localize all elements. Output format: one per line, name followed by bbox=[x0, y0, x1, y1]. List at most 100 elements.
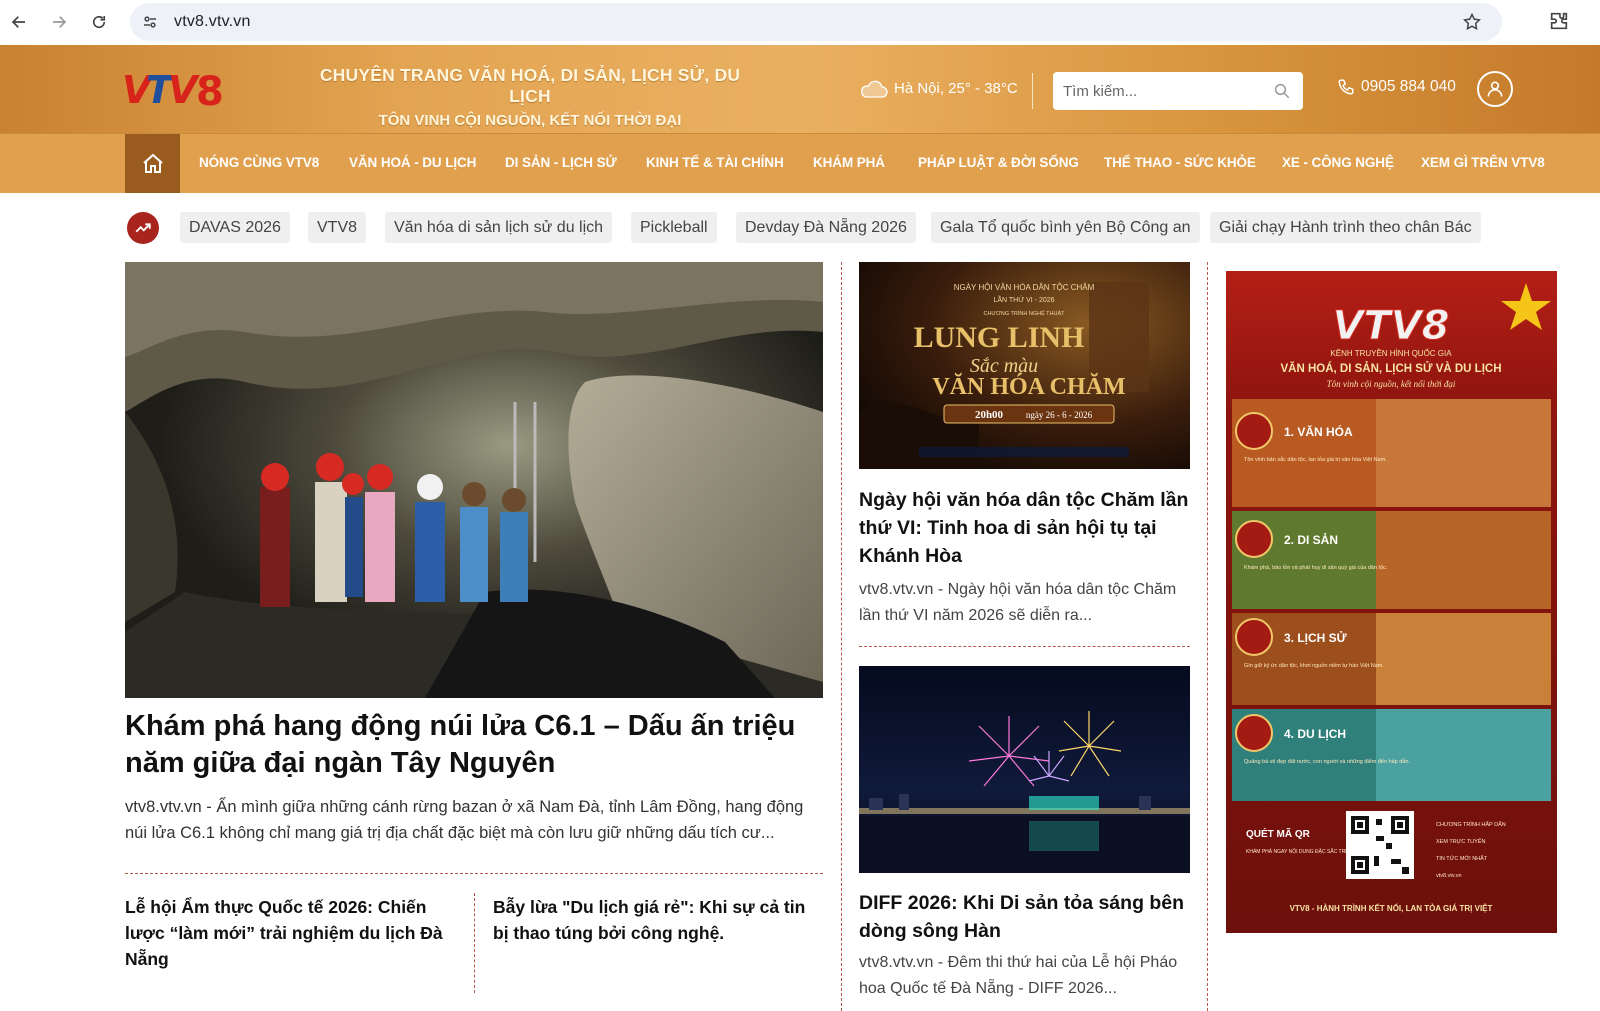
cloud-icon bbox=[860, 80, 888, 98]
nav-item-di-san-lich-su[interactable]: DI SẢN - LỊCH SỬ bbox=[505, 155, 617, 170]
ad-qr-label: QUÉT MÃ QR bbox=[1246, 827, 1311, 840]
ad-section-3: 3. LỊCH SỬ Gìn giữ ký ức dân tộc, khơi n… bbox=[1232, 613, 1551, 705]
ad-link: XEM TRỰC TUYẾN bbox=[1436, 838, 1485, 845]
slogan-line-1: CHUYÊN TRANG VĂN HOÁ, DI SẢN, LỊCH SỬ, D… bbox=[319, 65, 741, 106]
ad-link: vtv8.vtv.vn bbox=[1436, 873, 1462, 879]
poster-headline-3: VĂN HÓA CHĂM bbox=[932, 373, 1125, 400]
trending-tag[interactable]: Văn hóa di sản lịch sử du lịch bbox=[385, 212, 613, 243]
trending-tag[interactable]: Giải chạy Hành trình theo chân Bác bbox=[1210, 212, 1481, 243]
vtv8-ad-banner[interactable]: VTV8 KÊNH TRUYỀN HÌNH QUỐC GIA VĂN HOÁ, … bbox=[1226, 271, 1557, 933]
nav-item-kinh-te-tai-chinh[interactable]: KINH TẾ & TÀI CHÍNH bbox=[646, 155, 784, 170]
ad-link: CHƯƠNG TRÌNH HẤP DẪN bbox=[1436, 821, 1506, 828]
ad-section-label: 4. DU LỊCH bbox=[1284, 727, 1346, 741]
nav-item-kham-pha[interactable]: KHÁM PHÁ bbox=[813, 155, 885, 170]
trending-tag[interactable]: Devday Đà Nẵng 2026 bbox=[736, 212, 916, 243]
sub-article-divider bbox=[474, 893, 475, 993]
ad-link: TIN TỨC MỚI NHẤT bbox=[1436, 855, 1488, 862]
featured-article-description: vtv8.vtv.vn - Ẩn mình giữa những cánh rừ… bbox=[125, 798, 804, 842]
search-box[interactable] bbox=[1053, 72, 1303, 110]
sub-article-title[interactable]: Bẫy lừa "Du lịch giá rẻ": Khi sự cả tin … bbox=[493, 894, 823, 946]
site-logo[interactable]: V T V 8 bbox=[122, 70, 228, 110]
weather-widget: Hà Nội, 25° - 38°C bbox=[858, 77, 1018, 99]
ad-section-2: 2. DI SẢN Khám phá, bảo tồn và phát huy … bbox=[1232, 511, 1551, 609]
vtv8-logo-icon: V T V 8 bbox=[122, 70, 224, 110]
ad-logo: VTV8 bbox=[1332, 303, 1449, 349]
site-slogan: CHUYÊN TRANG VĂN HOÁ, DI SẢN, LỊCH SỬ, D… bbox=[300, 65, 760, 129]
header-divider bbox=[1032, 73, 1033, 109]
bookmark-star-icon[interactable] bbox=[1462, 12, 1482, 32]
featured-article-image[interactable] bbox=[125, 262, 823, 698]
article-title[interactable]: Ngày hội văn hóa dân tộc Chăm lần thứ VI… bbox=[859, 486, 1194, 570]
ad-section-1: 1. VĂN HÓA Tôn vinh bản sắc dân tộc, lan… bbox=[1232, 399, 1551, 507]
nav-item-the-thao-suc-khoe[interactable]: THỂ THAO - SỨC KHỎE bbox=[1104, 155, 1256, 170]
sub-article-title[interactable]: Lễ hội Ẩm thực Quốc tế 2026: Chiến lược … bbox=[125, 894, 447, 972]
search-input[interactable] bbox=[1063, 72, 1263, 110]
forward-button[interactable] bbox=[48, 11, 70, 33]
trending-tag[interactable]: VTV8 bbox=[308, 212, 367, 243]
article-description: vtv8.vtv.vn - Đêm thi thứ hai của Lễ hội… bbox=[859, 954, 1178, 997]
column-divider bbox=[841, 262, 842, 1011]
ad-section-text: Tôn vinh bản sắc dân tộc, lan tỏa giá tr… bbox=[1244, 456, 1387, 463]
ad-section-text: Quảng bá vẻ đẹp đất nước, con người và n… bbox=[1244, 758, 1410, 765]
nav-item-phap-luat-doi-song[interactable]: PHÁP LUẬT & ĐỜI SỐNG bbox=[918, 155, 1079, 170]
poster-time: 20h00 bbox=[975, 409, 1004, 421]
site-header: V T V 8 CHUYÊN TRANG VĂN HOÁ, DI SẢN, LỊ… bbox=[0, 45, 1600, 133]
arrow-right-icon bbox=[53, 16, 67, 28]
ad-section-text: Gìn giữ ký ức dân tộc, khơi nguồn niềm t… bbox=[1244, 663, 1384, 669]
cave-photo bbox=[125, 262, 823, 698]
home-button[interactable] bbox=[125, 134, 180, 193]
home-icon bbox=[142, 153, 163, 173]
ad-tagline: Tôn vinh cội nguồn, kết nối thời đại bbox=[1327, 379, 1456, 389]
article-image-cham-festival[interactable]: NGÀY HỘI VĂN HÓA DÂN TỘC CHĂM LẦN THỨ VI… bbox=[859, 262, 1190, 469]
trending-tag[interactable]: Pickleball bbox=[631, 212, 717, 243]
nav-item-xe-cong-nghe[interactable]: XE - CÔNG NGHỆ bbox=[1282, 155, 1394, 170]
ad-section-label: 2. DI SẢN bbox=[1284, 532, 1338, 547]
column-divider bbox=[1207, 262, 1208, 1011]
reload-icon bbox=[92, 15, 106, 29]
poster-headline-1: LUNG LINH bbox=[914, 321, 1085, 354]
article-description: vtv8.vtv.vn - Ngày hội văn hóa dân tộc C… bbox=[859, 581, 1177, 624]
featured-article-title[interactable]: Khám phá hang động núi lửa C6.1 – Dấu ấn… bbox=[125, 708, 825, 782]
svg-text:8: 8 bbox=[196, 70, 224, 110]
ad-footer: VTV8 - HÀNH TRÌNH KẾT NỐI, LAN TỎA GIÁ T… bbox=[1290, 903, 1493, 913]
hotline[interactable]: 0905 884 040 bbox=[1337, 78, 1456, 96]
article-title[interactable]: DIFF 2026: Khi Di sản tỏa sáng bên dòng … bbox=[859, 889, 1194, 945]
ad-subtitle: KÊNH TRUYỀN HÌNH QUỐC GIA bbox=[1330, 348, 1452, 358]
ad-section-text: Khám phá, bảo tồn và phát huy di sản quý… bbox=[1244, 564, 1388, 571]
ad-section-label: 1. VĂN HÓA bbox=[1284, 424, 1353, 439]
nav-item-van-hoa-du-lich[interactable]: VĂN HOÁ - DU LỊCH bbox=[349, 155, 476, 170]
weather-text: Hà Nội, 25° - 38°C bbox=[894, 79, 1018, 97]
ad-title: VĂN HOÁ, DI SẢN, LỊCH SỬ VÀ DU LỊCH bbox=[1280, 362, 1501, 375]
site-info-icon[interactable] bbox=[140, 12, 160, 32]
slogan-line-2: TÔN VINH CỘI NGUỒN, KẾT NỐI THỜI ĐẠI bbox=[378, 112, 682, 129]
search-icon[interactable] bbox=[1273, 82, 1291, 100]
fireworks-photo bbox=[859, 666, 1190, 873]
ad-section-label: 3. LỊCH SỬ bbox=[1284, 630, 1347, 645]
trending-tag[interactable]: Gala Tổ quốc bình yên Bộ Công an bbox=[931, 212, 1200, 243]
phone-number: 0905 884 040 bbox=[1361, 78, 1456, 95]
poster-line-3: CHƯƠNG TRÌNH NGHỆ THUẬT bbox=[983, 309, 1065, 317]
nav-item-nong-cung-vtv8[interactable]: NÓNG CÙNG VTV8 bbox=[199, 155, 319, 170]
nav-item-xem-gi-tren-vtv8[interactable]: XEM GÌ TRÊN VTV8 bbox=[1421, 155, 1545, 170]
main-navigation: NÓNG CÙNG VTV8 VĂN HOÁ - DU LỊCH DI SẢN … bbox=[0, 133, 1600, 193]
url-text[interactable]: vtv8.vtv.vn bbox=[174, 13, 251, 31]
extensions-icon[interactable] bbox=[1548, 10, 1570, 32]
section-divider bbox=[125, 873, 823, 874]
trending-icon bbox=[127, 212, 159, 244]
ad-artwork: VTV8 KÊNH TRUYỀN HÌNH QUỐC GIA VĂN HOÁ, … bbox=[1226, 271, 1557, 933]
section-divider bbox=[859, 646, 1190, 647]
arrow-left-icon bbox=[11, 16, 25, 28]
trending-tag[interactable]: DAVAS 2026 bbox=[180, 212, 290, 243]
cham-festival-poster: NGÀY HỘI VĂN HÓA DÂN TỘC CHĂM LẦN THỨ VI… bbox=[859, 262, 1190, 469]
poster-line-1: NGÀY HỘI VĂN HÓA DÂN TỘC CHĂM bbox=[954, 283, 1095, 292]
article-image-diff-2026[interactable] bbox=[859, 666, 1190, 873]
reload-button[interactable] bbox=[88, 11, 110, 33]
poster-date: ngày 26 - 6 - 2026 bbox=[1026, 410, 1093, 420]
user-icon bbox=[1487, 81, 1503, 97]
ad-section-4: 4. DU LỊCH Quảng bá vẻ đẹp đất nước, con… bbox=[1232, 709, 1551, 801]
user-account-button[interactable] bbox=[1477, 71, 1513, 107]
back-button[interactable] bbox=[8, 11, 30, 33]
browser-toolbar: vtv8.vtv.vn bbox=[0, 0, 1600, 45]
phone-icon bbox=[1338, 79, 1354, 95]
address-bar[interactable]: vtv8.vtv.vn bbox=[130, 3, 1502, 41]
